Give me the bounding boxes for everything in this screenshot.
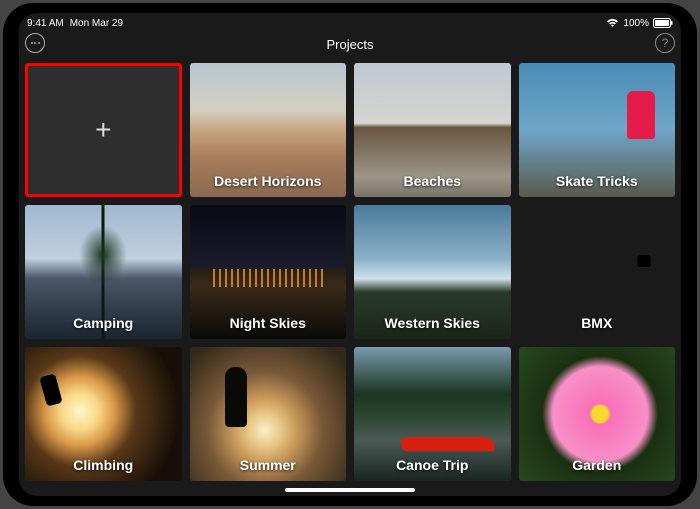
project-label: Garden: [572, 457, 621, 481]
status-date: Mon Mar 29: [70, 18, 123, 29]
project-summer[interactable]: Summer: [190, 347, 347, 481]
project-skate-tricks[interactable]: Skate Tricks: [519, 63, 676, 197]
battery-percent: 100%: [623, 18, 649, 29]
page-title: Projects: [327, 37, 374, 52]
project-label: Night Skies: [230, 315, 306, 339]
status-right: 100%: [606, 18, 673, 29]
project-climbing[interactable]: Climbing: [25, 347, 182, 481]
project-label: Desert Horizons: [214, 173, 321, 197]
project-label: Skate Tricks: [556, 173, 638, 197]
project-label: Camping: [73, 315, 133, 339]
projects-grid: + Desert Horizons Beaches Skate Tricks C…: [19, 57, 681, 487]
project-western-skies[interactable]: Western Skies: [354, 205, 511, 339]
battery-icon: [653, 18, 673, 28]
status-left: 9:41 AM Mon Mar 29: [27, 18, 123, 29]
help-icon: ?: [662, 36, 669, 50]
plus-icon: +: [95, 116, 111, 144]
ipad-frame: 9:41 AM Mon Mar 29 100% Projects ?: [3, 3, 697, 506]
project-desert-horizons[interactable]: Desert Horizons: [190, 63, 347, 197]
project-label: BMX: [581, 315, 612, 339]
project-label: Climbing: [73, 457, 133, 481]
project-night-skies[interactable]: Night Skies: [190, 205, 347, 339]
help-button[interactable]: ?: [655, 33, 675, 53]
app-header: Projects ?: [19, 31, 681, 57]
project-beaches[interactable]: Beaches: [354, 63, 511, 197]
project-label: Western Skies: [385, 315, 480, 339]
status-time: 9:41 AM: [27, 18, 64, 29]
project-bmx[interactable]: BMX: [519, 205, 676, 339]
project-label: Summer: [240, 457, 296, 481]
project-garden[interactable]: Garden: [519, 347, 676, 481]
wifi-icon: [606, 18, 619, 28]
more-options-button[interactable]: [25, 33, 45, 53]
project-label: Beaches: [403, 173, 461, 197]
new-project-button[interactable]: +: [25, 63, 182, 197]
home-indicator[interactable]: [285, 488, 415, 492]
ellipsis-icon: [31, 42, 40, 44]
status-bar: 9:41 AM Mon Mar 29 100%: [19, 13, 681, 31]
project-label: Canoe Trip: [396, 457, 468, 481]
project-canoe-trip[interactable]: Canoe Trip: [354, 347, 511, 481]
project-camping[interactable]: Camping: [25, 205, 182, 339]
screen: 9:41 AM Mon Mar 29 100% Projects ?: [19, 13, 681, 496]
